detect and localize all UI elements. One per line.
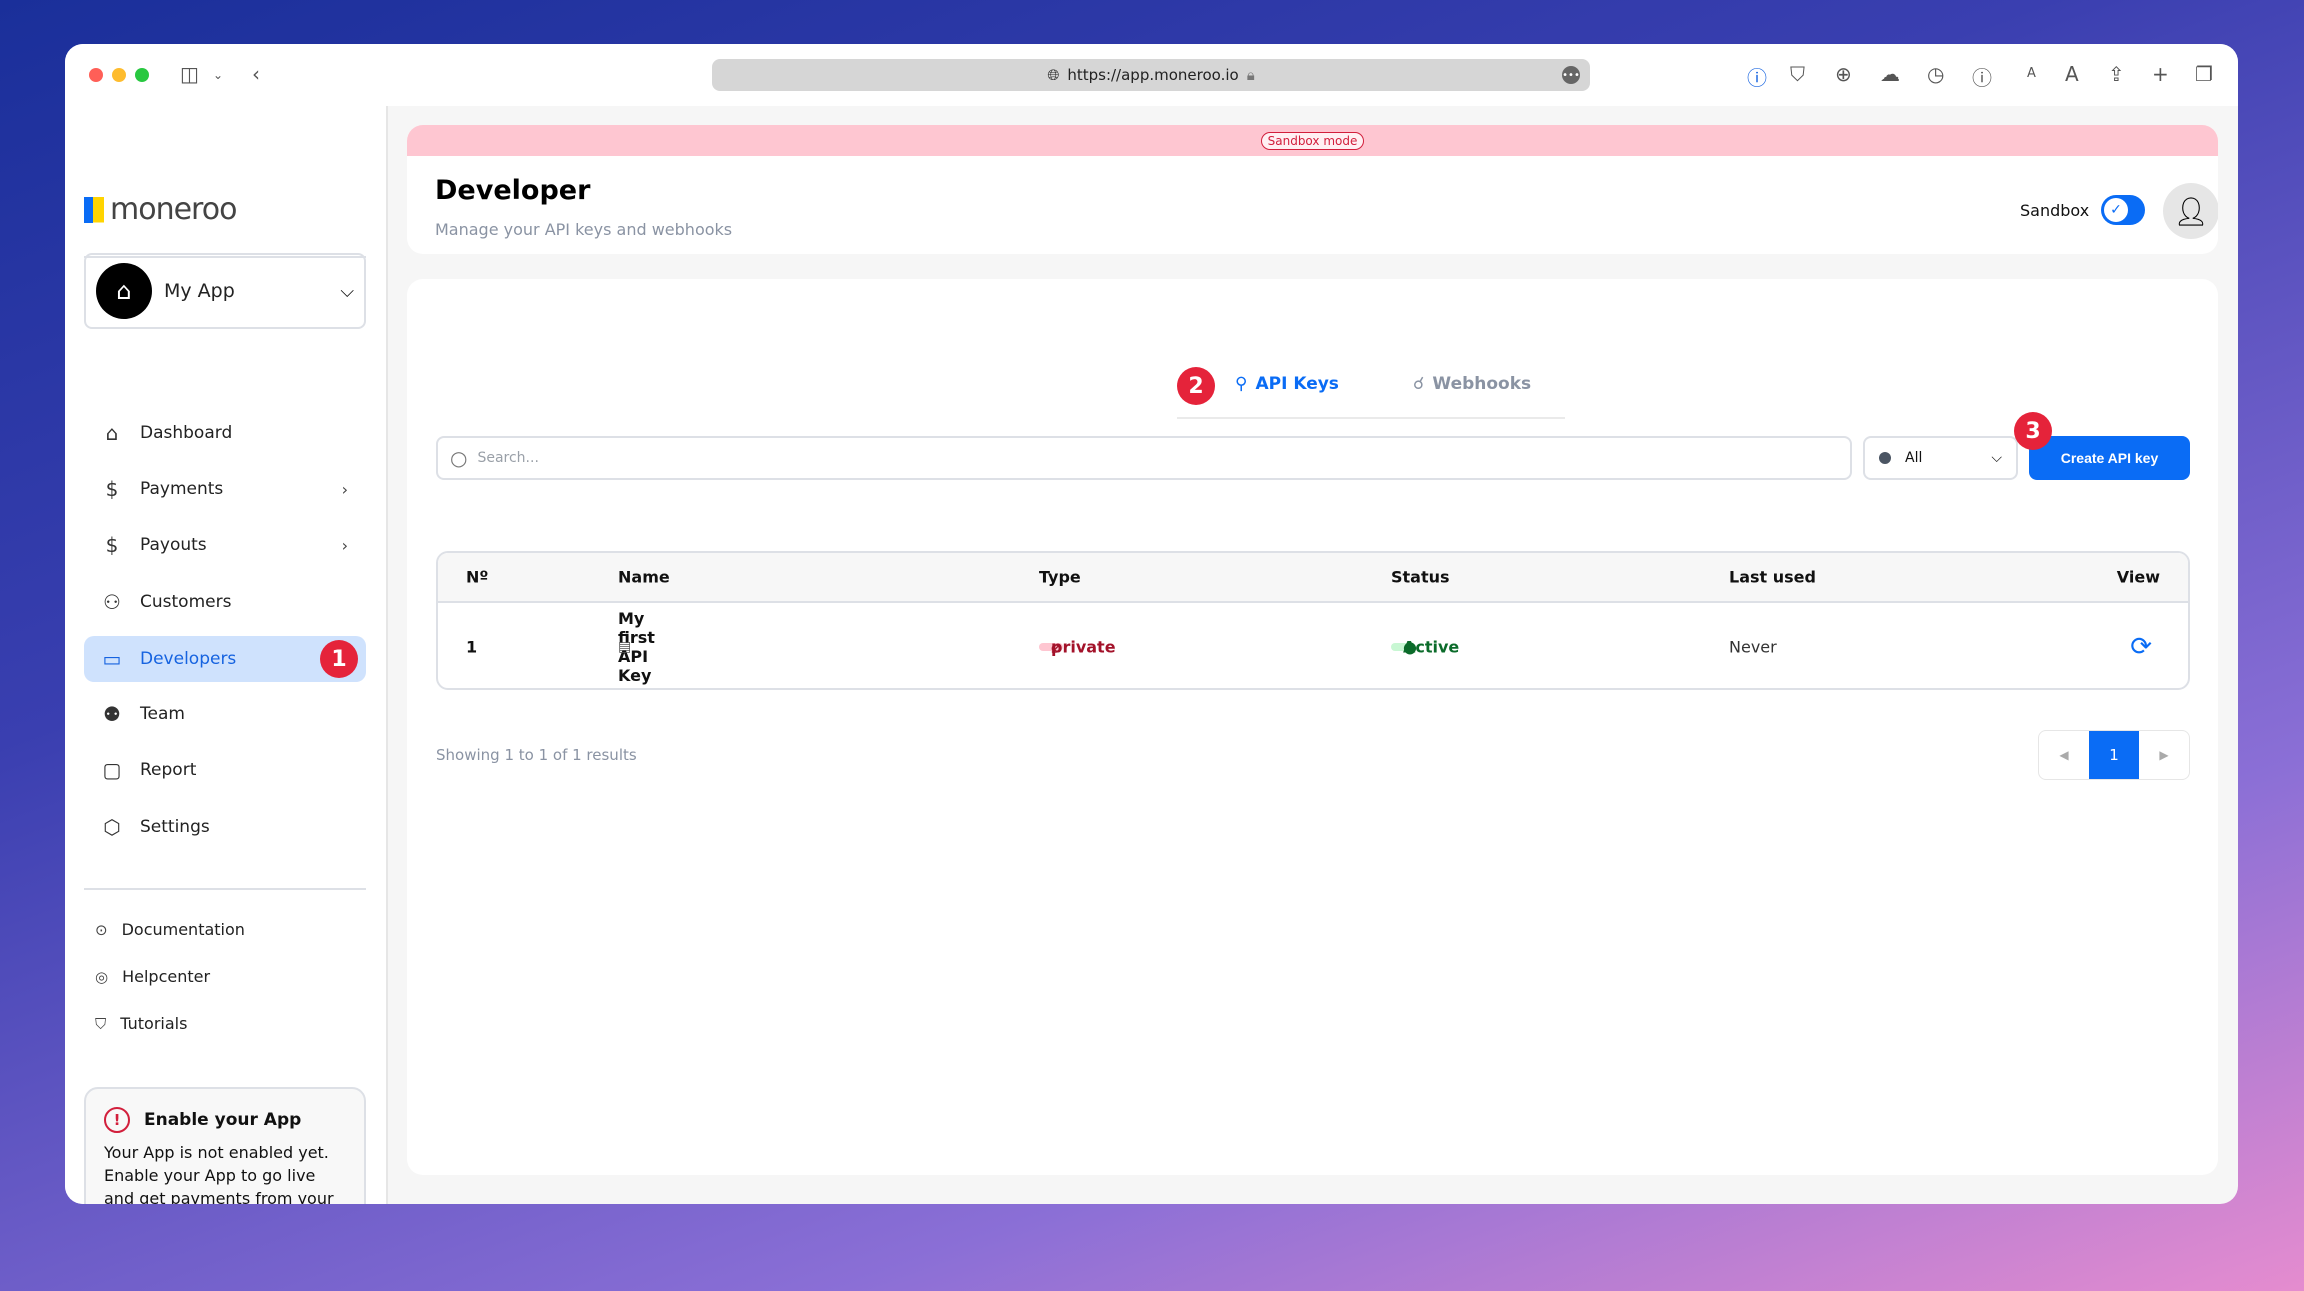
- check-icon: ✓: [2104, 198, 2128, 222]
- payouts-icon: $: [98, 533, 126, 557]
- browser-toolbar: ◫ ⌄ ‹ 🌐︎ https://app.moneroo.io 🔒︎ ••• ⓘ…: [65, 44, 2238, 106]
- sidebar-item-payments[interactable]: $Payments›: [84, 466, 366, 512]
- column-header: View: [2117, 568, 2160, 587]
- sidebar-item-developers[interactable]: ▭Developers1: [84, 636, 366, 682]
- download-icon[interactable]: ⊕: [1835, 62, 1852, 86]
- chevron-right-icon: ›: [342, 536, 348, 555]
- copy-icon[interactable]: ▤: [618, 639, 631, 655]
- back-icon[interactable]: ‹: [252, 62, 260, 86]
- browser-window: ◫ ⌄ ‹ 🌐︎ https://app.moneroo.io 🔒︎ ••• ⓘ…: [65, 44, 2238, 1204]
- report-icon: ▢: [98, 758, 126, 782]
- shield-check-icon: ⛉: [95, 1015, 106, 1033]
- history-icon[interactable]: ◷: [1927, 62, 1944, 86]
- sandbox-banner: Sandbox mode: [407, 125, 2218, 156]
- create-api-key-button[interactable]: Create API key: [2029, 436, 2190, 480]
- page-button[interactable]: 1: [2089, 731, 2139, 779]
- link-helpcenter[interactable]: ◎Helpcenter: [95, 967, 210, 986]
- sidebar-item-dashboard[interactable]: ⌂Dashboard: [84, 410, 366, 456]
- column-header: Type: [1039, 568, 1081, 587]
- sidebar-item-settings[interactable]: ⬡Settings: [84, 804, 366, 850]
- new-tab-icon[interactable]: +: [2152, 62, 2169, 86]
- app-switcher[interactable]: ⌂ My App ⌵: [84, 253, 366, 329]
- status-filter-select[interactable]: All⌵: [1863, 436, 2018, 480]
- webhook-icon: ☌: [1413, 374, 1424, 394]
- lifebuoy-icon: ◎: [95, 968, 108, 986]
- link-tutorials[interactable]: ⛉Tutorials: [95, 1014, 187, 1033]
- documentation-icon: ⊙: [95, 921, 108, 939]
- shield-icon[interactable]: ⛉: [1790, 62, 1805, 86]
- code-icon: ▭: [98, 647, 126, 671]
- step-badge: 1: [320, 640, 358, 678]
- sidebar-toggle-icon[interactable]: ◫: [180, 62, 199, 86]
- api-keys-table: Nº Name Type Status Last used View 1 My …: [436, 551, 2190, 690]
- password-manager-icon[interactable]: ⓘ: [1747, 62, 1767, 91]
- step-badge: 2: [1177, 367, 1215, 405]
- sidebar: moneroo ⌂ My App ⌵ ⌂Dashboard $Payments›…: [65, 106, 388, 1204]
- settings-icon: ⬡: [98, 815, 126, 839]
- store-icon: ⌂: [96, 263, 152, 319]
- step-badge: 3: [2014, 412, 2052, 450]
- chevron-down-icon[interactable]: ⌄: [213, 68, 223, 82]
- payments-icon: $: [98, 477, 126, 501]
- column-header: Last used: [1729, 568, 1816, 587]
- results-summary: Showing 1 to 1 of 1 results: [436, 746, 637, 764]
- tab-webhooks[interactable]: ☌Webhooks: [1413, 374, 1531, 394]
- column-header: Nº: [466, 568, 488, 587]
- team-icon: ⚉: [98, 702, 126, 726]
- sandbox-toggle[interactable]: ✓: [2101, 195, 2145, 225]
- tab-api-keys[interactable]: ⚲API Keys: [1235, 374, 1339, 394]
- page-header: Sandbox mode Developer Manage your API k…: [407, 125, 2218, 254]
- divider: [84, 888, 366, 890]
- logo: moneroo: [84, 192, 236, 227]
- search-input[interactable]: ○Search...: [436, 436, 1852, 480]
- minimize-window-button[interactable]: [112, 68, 126, 82]
- chevron-down-icon: ⌵: [1991, 450, 2002, 466]
- sidebar-item-customers[interactable]: ⚇Customers: [84, 579, 366, 625]
- page-subtitle: Manage your API keys and webhooks: [435, 220, 732, 239]
- chevron-right-icon: ›: [342, 480, 348, 499]
- tabs-overview-icon[interactable]: ❐: [2195, 62, 2213, 86]
- more-icon[interactable]: •••: [1562, 66, 1580, 84]
- pagination: ◀ 1 ▶: [2038, 730, 2190, 780]
- table-row: 1 My first API Key▤ ⌀ private ● Active N…: [438, 603, 2188, 690]
- type-badge: ⌀ private: [1039, 643, 1063, 651]
- row-number: 1: [466, 637, 477, 656]
- text-larger-icon[interactable]: A: [2065, 62, 2079, 86]
- key-icon: ⚲: [1235, 374, 1247, 394]
- share-icon[interactable]: ⇪: [2108, 62, 2125, 86]
- chevron-down-icon: ⌵: [340, 281, 354, 302]
- prev-page-button[interactable]: ◀: [2039, 731, 2089, 779]
- enable-app-card: ! Enable your App Your App is not enable…: [84, 1087, 366, 1204]
- alert-icon: !: [104, 1107, 130, 1133]
- close-window-button[interactable]: [89, 68, 103, 82]
- status-badge: ● Active: [1391, 643, 1415, 651]
- info-icon[interactable]: ⓘ: [1972, 62, 1992, 91]
- page-title: Developer: [435, 175, 590, 206]
- next-page-button[interactable]: ▶: [2139, 731, 2189, 779]
- maximize-window-button[interactable]: [135, 68, 149, 82]
- link-documentation[interactable]: ⊙Documentation: [95, 920, 245, 939]
- sandbox-label: Sandbox: [2020, 201, 2089, 220]
- sidebar-item-payouts[interactable]: $Payouts›: [84, 522, 366, 568]
- last-used: Never: [1729, 637, 1777, 656]
- view-icon[interactable]: ⟳: [2130, 632, 2152, 662]
- globe-icon: 🌐︎: [1047, 66, 1059, 84]
- sidebar-item-report[interactable]: ▢Report: [84, 747, 366, 793]
- address-bar[interactable]: 🌐︎ https://app.moneroo.io 🔒︎ •••: [712, 59, 1590, 91]
- users-icon: ⚇: [98, 590, 126, 614]
- column-header: Name: [618, 568, 670, 587]
- avatar[interactable]: 👤︎: [2163, 183, 2218, 239]
- text-smaller-icon[interactable]: A: [2027, 66, 2036, 81]
- logo-mark-icon: [84, 197, 104, 223]
- cloud-icon[interactable]: ☁︎: [1880, 62, 1900, 86]
- tab-underline: [1177, 417, 1565, 419]
- column-header: Status: [1391, 568, 1450, 587]
- home-icon: ⌂: [98, 421, 126, 445]
- lock-icon: 🔒︎: [1247, 66, 1255, 84]
- content-card: 2 ⚲API Keys ☌Webhooks ○Search... All⌵ Cr…: [407, 279, 2218, 1175]
- search-icon: ○: [450, 446, 467, 470]
- sidebar-item-team[interactable]: ⚉Team: [84, 691, 366, 737]
- table-header: Nº Name Type Status Last used View: [438, 553, 2188, 603]
- status-dot-icon: [1879, 452, 1891, 464]
